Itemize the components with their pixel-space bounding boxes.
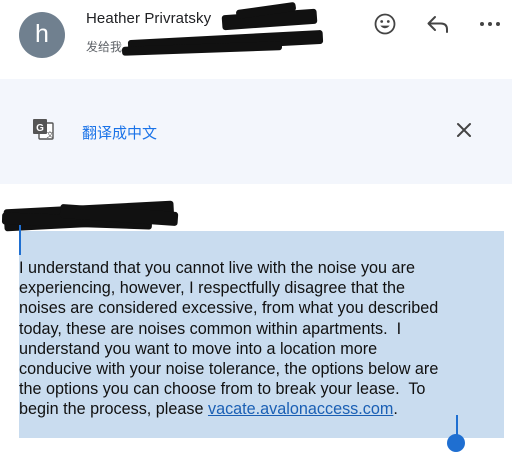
body-line-prefix: begin the process, please: [19, 400, 208, 419]
body-line: I understand that you cannot live with t…: [19, 259, 415, 277]
translate-banner: [0, 79, 512, 184]
selection-end-handle[interactable]: [447, 434, 465, 452]
body-line: experiencing, however, I respectfully di…: [19, 279, 406, 298]
close-icon[interactable]: [453, 119, 475, 141]
more-dots-icon[interactable]: [476, 10, 504, 38]
selection-start-handle[interactable]: [19, 225, 21, 255]
body-line: understand you want to move into a locat…: [19, 339, 378, 358]
recipient-line[interactable]: 发给我: [86, 38, 122, 55]
svg-text:文: 文: [47, 130, 54, 139]
smiley-icon[interactable]: [371, 10, 399, 38]
vacate-link[interactable]: vacate.avalonaccess.com: [208, 400, 393, 418]
svg-text:G: G: [36, 123, 44, 134]
body-line-suffix: .: [393, 400, 398, 419]
body-line: conducive with your noise tolerance, the…: [19, 360, 439, 379]
google-translate-icon: G 文: [31, 117, 55, 141]
sender-name[interactable]: Heather Privratsky: [86, 10, 211, 27]
reply-arrow-icon[interactable]: [424, 10, 452, 38]
translate-to-chinese-link[interactable]: 翻译成中文: [82, 122, 157, 143]
body-line: today, these are noises common within ap…: [19, 319, 402, 338]
email-header: h Heather Privratsky 发给我: [0, 0, 512, 75]
message-body[interactable]: I understand that you cannot live with t…: [19, 258, 504, 420]
body-line: the options you can choose from to break…: [19, 380, 426, 399]
sender-avatar[interactable]: h: [19, 12, 65, 58]
body-line: noises are considered excessive, from wh…: [19, 299, 439, 318]
